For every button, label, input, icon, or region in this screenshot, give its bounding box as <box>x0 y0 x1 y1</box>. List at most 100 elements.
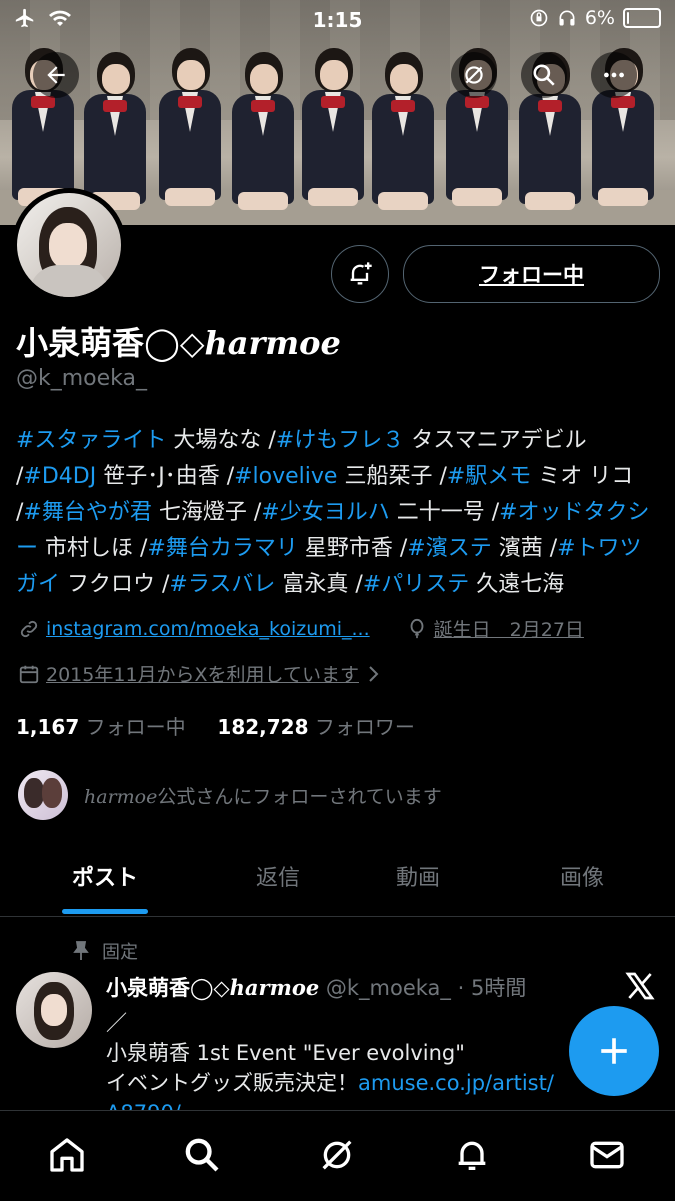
followed-by-avatar <box>18 770 68 820</box>
post-author-name[interactable]: 小泉萌香◯◇ <box>106 976 230 1000</box>
profile-joined: 2015年11月からXを利用しています <box>46 664 359 686</box>
following-count-link[interactable]: 1,167 フォロー中 <box>16 715 186 739</box>
following-label: フォロー中 <box>85 715 186 739</box>
followed-by-label: 公式さんにフォローされています <box>157 785 442 808</box>
bio-hashtag[interactable]: #D4DJ <box>23 464 96 489</box>
banner-person-bow <box>251 100 275 112</box>
bio-text: 大場なな / <box>166 428 276 453</box>
bio-hashtag[interactable]: #駅メモ <box>447 464 531 489</box>
more-button[interactable] <box>591 52 637 98</box>
pinned-label-row: 固定 <box>72 938 138 964</box>
bio-hashtag[interactable]: #スタァライト <box>16 428 166 453</box>
bio-text: フクロウ / <box>60 572 170 597</box>
mail-icon <box>590 1141 624 1169</box>
followed-by-row[interactable]: harmoe公式さんにフォローされています <box>18 770 442 820</box>
post-link[interactable]: amuse.co.jp/artist/ <box>358 1071 554 1095</box>
nav-messages[interactable] <box>585 1133 629 1177</box>
followed-by-text: harmoe公式さんにフォローされています <box>84 782 442 809</box>
bio-text: 濱茜 / <box>491 536 558 561</box>
banner-person <box>228 52 298 212</box>
compose-button[interactable] <box>569 1006 659 1096</box>
avatar-coat <box>29 265 109 297</box>
profile-joined-row[interactable]: 2015年11月からXを利用しています <box>18 660 381 687</box>
post-line-3-text: イベントグッズ販売決定！ <box>106 1071 358 1095</box>
banner-person-bow <box>321 96 345 108</box>
post-time: · 5時間 <box>457 976 527 1000</box>
bio-text: 二十一号 / <box>389 500 500 525</box>
profile-link[interactable]: instagram.com/moeka_koizumi_... <box>46 618 370 640</box>
banner-person <box>155 48 225 208</box>
bell-plus-icon <box>350 262 372 285</box>
following-button[interactable]: フォロー中 <box>403 245 660 303</box>
banner-person-legs <box>378 192 428 210</box>
grok-icon <box>322 1140 352 1170</box>
tab-indicator <box>62 909 148 914</box>
orientation-lock-icon <box>530 9 548 27</box>
profile-bio: #スタァライト 大場なな /#けもフレ３ タスマニアデビル /#D4DJ 笹子･… <box>16 423 661 603</box>
banner-person-bow <box>31 96 55 108</box>
mini-avatar-figure-1 <box>24 778 44 808</box>
tab-replies[interactable]: 返信 <box>213 860 343 892</box>
nav-search[interactable] <box>180 1133 224 1177</box>
x-logo-button[interactable] <box>624 970 656 1006</box>
nav-grok[interactable] <box>315 1133 359 1177</box>
display-name-text: 小泉萌香◯◇ <box>16 324 205 362</box>
banner-person-face <box>102 64 130 94</box>
search-icon <box>185 1138 219 1172</box>
chevron-right-icon <box>369 665 379 682</box>
bottom-navigation <box>0 1110 675 1201</box>
bio-text: 七海燈子 / <box>151 500 262 525</box>
post-author-brand: harmoe <box>229 975 320 1000</box>
banner-person-legs <box>525 192 575 210</box>
banner-person-legs <box>308 188 358 206</box>
followers-count-link[interactable]: 182,728 フォロワー <box>217 715 414 739</box>
bio-hashtag[interactable]: #舞台カラマリ <box>147 536 297 561</box>
notify-button[interactable] <box>331 245 389 303</box>
followers-count: 182,728 <box>217 715 309 739</box>
battery-percent: 6% <box>584 7 615 29</box>
banner-person <box>80 52 150 212</box>
mini-avatar-figure-2 <box>42 778 62 808</box>
back-button[interactable] <box>33 52 79 98</box>
post-author-avatar[interactable] <box>16 972 92 1048</box>
profile-meta-row: instagram.com/moeka_koizumi_... 誕生日 2月27… <box>18 615 584 642</box>
status-right: 6% <box>529 7 661 29</box>
nav-notifications[interactable] <box>450 1133 494 1177</box>
banner-person-bow <box>178 96 202 108</box>
bio-hashtag[interactable]: #パリステ <box>363 572 469 597</box>
plus-icon <box>601 1038 627 1064</box>
bio-hashtag[interactable]: #lovelive <box>234 464 337 489</box>
grok-button[interactable] <box>451 52 497 98</box>
banner-person-legs <box>452 188 502 206</box>
balloon-icon <box>410 618 424 638</box>
tab-posts[interactable]: ポスト <box>40 860 170 892</box>
follow-counts: 1,167 フォロー中 182,728 フォロワー <box>16 711 415 740</box>
post-avatar-face <box>41 994 67 1026</box>
tab-videos[interactable]: 動画 <box>353 860 483 892</box>
tab-images[interactable]: 画像 <box>517 860 647 892</box>
banner-person-bow <box>103 100 127 112</box>
bio-hashtag[interactable]: #少女ヨルハ <box>261 500 389 525</box>
banner-person-face <box>250 64 278 94</box>
profile-birthday: 誕生日 2月27日 <box>433 619 584 641</box>
avatar-photo <box>17 193 121 297</box>
bio-text: 市村しほ / <box>38 536 148 561</box>
battery-icon <box>623 8 661 28</box>
nav-home[interactable] <box>45 1133 89 1177</box>
grok-icon <box>465 66 483 84</box>
pinned-label: 固定 <box>102 942 138 963</box>
bio-hashtag[interactable]: #けもフレ３ <box>276 428 404 453</box>
back-arrow-icon <box>47 66 65 84</box>
bio-text: 久遠七海 <box>469 572 565 597</box>
banner-person-bow <box>538 100 562 112</box>
bio-hashtag[interactable]: #舞台やが君 <box>23 500 151 525</box>
bio-hashtag[interactable]: #濱ステ <box>407 536 491 561</box>
profile-avatar[interactable] <box>12 188 126 302</box>
profile-display-name: 小泉萌香◯◇harmoe <box>16 318 341 364</box>
profile-tabs: ポスト 返信 動画 画像 <box>0 840 675 917</box>
search-button[interactable] <box>521 52 567 98</box>
bio-hashtag[interactable]: #ラスバレ <box>169 572 275 597</box>
battery-fill <box>627 12 629 24</box>
banner-person-legs <box>238 192 288 210</box>
followers-label: フォロワー <box>314 715 415 739</box>
